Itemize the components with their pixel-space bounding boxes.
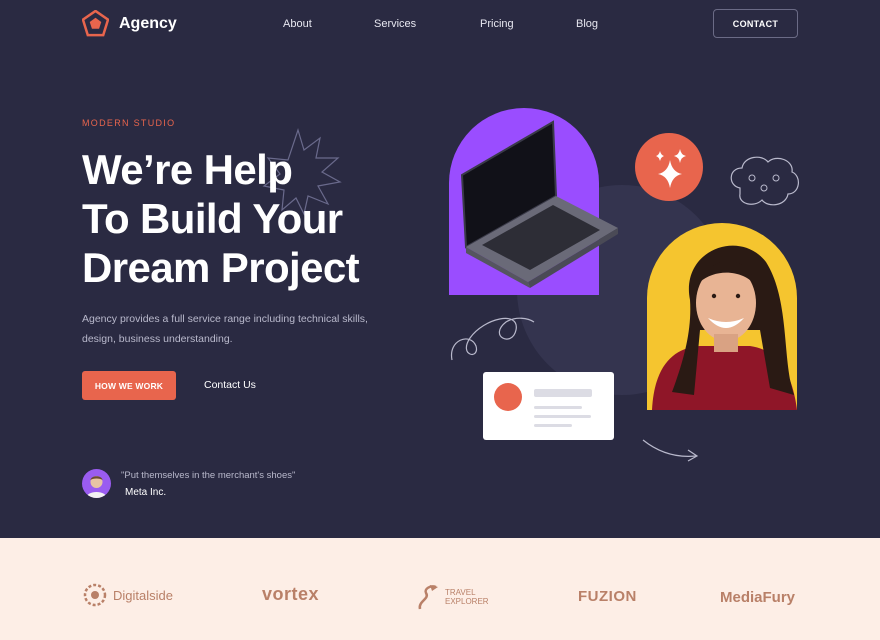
partner-name: TRAVEL EXPLORER — [445, 588, 489, 606]
testimonial-quote: "Put themselves in the merchant's shoes" — [121, 470, 296, 481]
dotted-circle-icon — [83, 583, 107, 607]
nav-services[interactable]: Services — [374, 18, 416, 30]
testimonial-avatar — [82, 469, 111, 498]
partner-name: vortex — [262, 584, 320, 604]
contact-us-link[interactable]: Contact Us — [204, 379, 256, 391]
nav-about[interactable]: About — [283, 18, 312, 30]
partner-logo-travel-explorer: TRAVEL EXPLORER — [416, 583, 495, 611]
pentagon-logo-icon — [82, 10, 109, 37]
headline-line-2: To Build Your — [82, 195, 343, 242]
nav-pricing[interactable]: Pricing — [480, 18, 514, 30]
hero-headline: We’re Help To Build Your Dream Project — [82, 145, 422, 292]
eyebrow-label: MODERN STUDIO — [82, 118, 176, 128]
partner-name: MediaFury — [720, 589, 796, 606]
partner-name: Digitalside — [113, 587, 173, 603]
partner-name: FUZION — [578, 588, 637, 605]
partner-logo-mediafury: MediaFury — [720, 589, 795, 606]
nav-blog[interactable]: Blog — [576, 18, 598, 30]
partner-logo-digitalside: Digitalside — [82, 582, 173, 608]
contact-button[interactable]: CONTACT — [713, 9, 798, 38]
hero-description: Agency provides a full service range inc… — [82, 313, 368, 345]
plane-swoosh-icon — [418, 585, 438, 610]
testimonial-company: Meta Inc. — [125, 487, 167, 498]
how-we-work-button[interactable]: HOW WE WORK — [82, 371, 176, 400]
brand-logo[interactable]: Agency — [82, 10, 177, 37]
partner-logo-fuzion: FUZION — [578, 588, 637, 605]
partner-logo-vortex: vortex — [262, 584, 319, 605]
brand-name: Agency — [119, 14, 177, 32]
headline-line-3: Dream Project — [82, 244, 360, 291]
headline-line-1: We’re Help — [82, 146, 293, 193]
